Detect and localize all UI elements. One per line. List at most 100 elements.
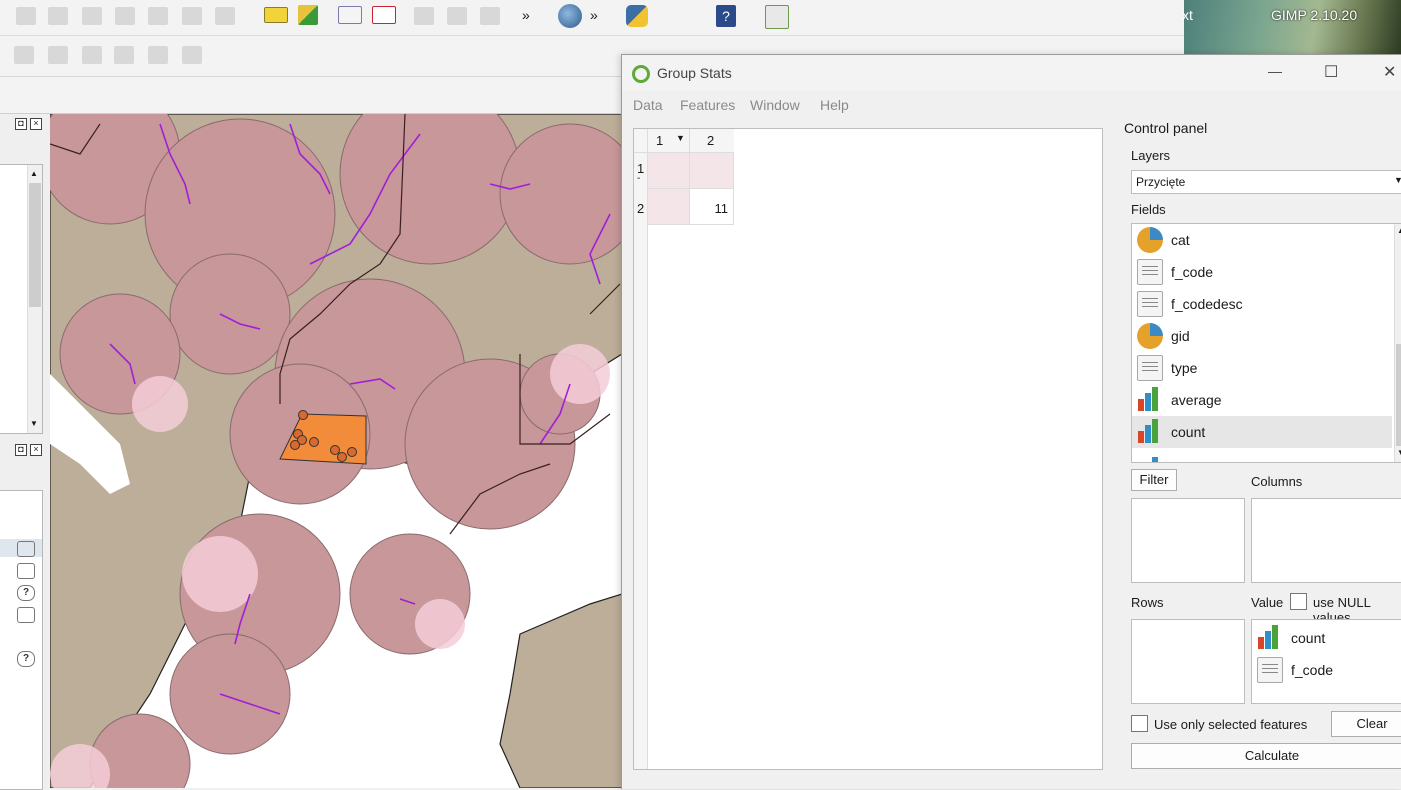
- calculate-button[interactable]: Calculate: [1131, 743, 1401, 769]
- delete-icon[interactable]: [48, 7, 68, 25]
- gimp-title: GIMP 2.10.20: [1271, 7, 1358, 23]
- question-icon-2[interactable]: ?: [17, 651, 35, 667]
- label-move-icon[interactable]: [414, 7, 434, 25]
- more-tools-icon[interactable]: »: [522, 7, 530, 23]
- row-header-2[interactable]: 2: [634, 189, 648, 225]
- field-item-f-code[interactable]: f_code: [1132, 256, 1392, 288]
- layer-visibility-icon-2[interactable]: [17, 563, 35, 579]
- node-icon[interactable]: [48, 46, 68, 64]
- fields-list[interactable]: cat f_code f_codedesc gid type average c…: [1131, 223, 1401, 463]
- paste-icon[interactable]: [148, 7, 168, 25]
- columns-drop-area[interactable]: [1251, 498, 1401, 583]
- table-refresh-icon[interactable]: [765, 5, 789, 29]
- label-rotate-icon[interactable]: [447, 7, 467, 25]
- rotate-icon[interactable]: [182, 46, 202, 64]
- copy-icon[interactable]: [115, 7, 135, 25]
- value-drop-area[interactable]: count f_code: [1251, 619, 1401, 704]
- column-header-1[interactable]: 1 ▼: [648, 129, 690, 153]
- cell-r1c1[interactable]: [648, 153, 690, 189]
- menu-data[interactable]: Data: [633, 97, 663, 113]
- maximize-button[interactable]: ☐: [1324, 62, 1338, 82]
- align-icon[interactable]: [148, 46, 168, 64]
- menu-window[interactable]: Window: [750, 97, 800, 113]
- value-item-f-code[interactable]: f_code: [1252, 654, 1401, 686]
- field-item-count[interactable]: count: [1132, 416, 1392, 448]
- dock-float-icon-2[interactable]: ◘: [15, 444, 27, 456]
- layers-panel[interactable]: ? ?: [0, 490, 43, 790]
- redo-icon[interactable]: [215, 7, 235, 25]
- value-label: Value: [1251, 595, 1284, 610]
- layer-select-value: Przycięte: [1136, 175, 1186, 189]
- buffer-5: [169, 253, 291, 375]
- map-svg[interactable]: [50, 114, 622, 788]
- rows-drop-area[interactable]: [1131, 619, 1245, 704]
- column-header-2[interactable]: 2: [690, 129, 734, 153]
- use-selected-checkbox[interactable]: [1131, 715, 1148, 732]
- row-header-1[interactable]: 1-: [634, 153, 648, 189]
- point-4: [290, 440, 300, 450]
- layer-visibility-icon[interactable]: [17, 541, 35, 557]
- python-icon[interactable]: [626, 5, 648, 27]
- label-show-icon[interactable]: [372, 6, 396, 24]
- node-add-icon[interactable]: [114, 46, 134, 64]
- menu-features[interactable]: Features: [680, 97, 735, 113]
- scroll-down-icon[interactable]: ▼: [30, 419, 38, 428]
- results-table[interactable]: 1 ▼ 2 1- 2 11: [633, 128, 1103, 770]
- layer-select[interactable]: Przycięte ▼: [1131, 170, 1401, 194]
- chevron-down-icon: ▼: [1394, 175, 1401, 185]
- buffer-13: [169, 633, 291, 755]
- cell-r1c2[interactable]: [690, 153, 734, 189]
- menu-help[interactable]: Help: [820, 97, 849, 113]
- field-item-f-codedesc[interactable]: f_codedesc: [1132, 288, 1392, 320]
- gimp-taskbar-preview[interactable]: xt GIMP 2.10.20: [1182, 0, 1401, 54]
- field-item-gid[interactable]: gid: [1132, 320, 1392, 352]
- field-item-average[interactable]: average: [1132, 384, 1392, 416]
- close-button[interactable]: ✕: [1383, 62, 1396, 82]
- edit-icon[interactable]: [16, 7, 36, 25]
- globe-icon[interactable]: [558, 4, 582, 28]
- panel-scrollbar[interactable]: ▲ ▼: [27, 165, 42, 433]
- label-icon[interactable]: [264, 7, 288, 23]
- field-item-type[interactable]: type: [1132, 352, 1392, 384]
- title-bar[interactable]: Group Stats — ☐ ✕: [622, 55, 1401, 91]
- field-item-cat[interactable]: cat: [1132, 224, 1392, 256]
- scroll-up-icon[interactable]: ▲: [30, 169, 38, 178]
- clear-button[interactable]: Clear: [1331, 711, 1401, 737]
- minimize-button[interactable]: —: [1268, 63, 1282, 79]
- scroll-thumb[interactable]: [1396, 344, 1401, 446]
- value-item-count[interactable]: count: [1252, 622, 1401, 654]
- rows-label: Rows: [1131, 595, 1164, 610]
- bar-icon: [1137, 387, 1163, 413]
- dock-float-icon[interactable]: ◘: [15, 118, 27, 130]
- qgis-main-toolbar: » » ?: [0, 0, 1184, 36]
- cell-r2c2[interactable]: 11: [690, 189, 734, 225]
- label-diagram-icon[interactable]: [298, 5, 318, 25]
- dock-close-icon[interactable]: ×: [30, 118, 42, 130]
- layers-label: Layers: [1131, 148, 1171, 163]
- cell-r2c1[interactable]: [648, 189, 690, 225]
- text-icon: [1137, 291, 1163, 317]
- toolbar-spacer: [0, 77, 620, 114]
- undo-icon[interactable]: [182, 7, 202, 25]
- vertex-tool-icon[interactable]: [14, 46, 34, 64]
- use-null-checkbox[interactable]: [1290, 593, 1307, 610]
- layer-visibility-icon-3[interactable]: [17, 607, 35, 623]
- filter-drop-area[interactable]: [1131, 498, 1245, 583]
- scroll-up-icon[interactable]: ▲: [1397, 226, 1401, 235]
- fields-scrollbar[interactable]: ▲ ▼: [1394, 224, 1401, 462]
- scroll-down-icon[interactable]: ▼: [1397, 448, 1401, 457]
- node-delete-icon[interactable]: [82, 46, 102, 64]
- label-change-icon[interactable]: [480, 7, 500, 25]
- field-item-partial[interactable]: [1132, 448, 1392, 462]
- bar-icon: [1137, 419, 1163, 445]
- scroll-thumb[interactable]: [29, 183, 41, 307]
- label-pin-icon[interactable]: [338, 6, 362, 24]
- question-icon[interactable]: ?: [17, 585, 35, 601]
- filter-button[interactable]: Filter: [1131, 469, 1177, 491]
- map-canvas[interactable]: [50, 114, 622, 788]
- more-plugins-icon[interactable]: »: [590, 7, 598, 23]
- cut-icon[interactable]: [82, 7, 102, 25]
- dock-close-icon-2[interactable]: ×: [30, 444, 42, 456]
- browser-panel[interactable]: ▲ ▼: [0, 164, 43, 434]
- help-icon[interactable]: ?: [716, 5, 736, 27]
